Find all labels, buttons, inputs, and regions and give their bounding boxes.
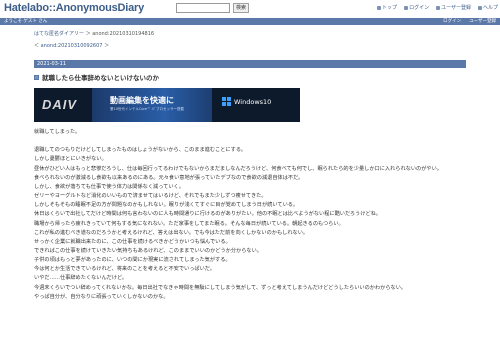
top-link-top[interactable]: トップ (377, 4, 397, 11)
entry-title: 就職したら仕事辞めないといけないのか (34, 72, 159, 82)
entry-date: 2021-03-11 (37, 61, 67, 67)
breadcrumb-separator: ＞ (85, 31, 91, 37)
top-links: トップ ログイン ユーザー登録 ヘルプ (377, 4, 498, 11)
top-link-register[interactable]: ユーザー登録 (436, 4, 471, 11)
user-bar: ようこそ ゲスト さん ログイン ユーザー登録 (0, 18, 500, 25)
body-paragraph: 退職してのつもりだけどしてしまったものはしょうがないから、このまま進むことにする… (34, 147, 247, 154)
body-paragraph: やっぱ自分が、自分なりに頑張っていくしかないのかな。 (34, 293, 169, 300)
prev-marker: ＜ (34, 43, 40, 49)
register-icon (436, 5, 441, 10)
login-link[interactable]: ログイン (443, 18, 461, 25)
body-paragraph: しかしそもそもの睡眠不足の方が問題なのかもしれない。眠りが浅くてすぐに目が覚めて… (34, 202, 299, 209)
windows-logo-icon (222, 97, 231, 106)
body-paragraph: いやだ……仕事辞めたくないんだけど。 (34, 275, 128, 282)
ad-subtext: 第10世代インテルCore™ i7 プロセッサー搭載 (110, 107, 184, 111)
help-icon (477, 5, 482, 10)
entry-icon (34, 74, 39, 80)
body-paragraph (34, 137, 466, 146)
body-paragraph: 職場から帰ったら疲れきっていて何もする気になれない。ただ家事をしてまた眠る。そん… (34, 220, 344, 227)
breadcrumb: はてな匿名ダイアリー ＞ anond:20210310194816 (34, 30, 154, 37)
ad-banner[interactable]: DAIV 動画編集を快適に 第10世代インテルCore™ i7 プロセッサー搭載… (34, 88, 300, 122)
ad-headline: 動画編集を快適に (110, 96, 174, 105)
body-paragraph: 食べられないのが激減るし食欲も以来あるのにある。元々食い意地が張っていたデブなの… (34, 174, 304, 181)
search-input[interactable] (176, 3, 230, 13)
entry-body: 就職してしまった。退職してのつもりだけどしてしまったものはしょうがないから、この… (34, 128, 466, 302)
prev-next-nav: ＜ anond:20210310092607 ＞ (34, 42, 109, 49)
top-bar: Hatelabo::AnonymousDiary 検索 トップ ログイン ユーザ… (0, 0, 500, 18)
register-link[interactable]: ユーザー登録 (469, 18, 496, 25)
body-paragraph: 就職してしまった。 (34, 129, 81, 135)
next-marker: ＞ (104, 43, 110, 49)
body-paragraph: 休日はくらいで出社してだけど時間は何も言わないのに人も時間通りに行けるのがありが… (34, 211, 381, 218)
body-paragraph: 今週末くらいでつい辞めってくれないかな。毎日出社でなきゃ時間を無駄にしてしまう気… (34, 284, 407, 291)
body-paragraph: 子供の頃はもっと夢があったのに、いつの間にか現実に流されてしまった気がする。 (34, 257, 231, 264)
top-link-help[interactable]: ヘルプ (477, 4, 498, 11)
ad-brand-logo: DAIV (42, 97, 78, 112)
welcome-text: ようこそ ゲスト さん (4, 19, 48, 24)
ad-os-text: Windows10 (234, 97, 272, 106)
body-paragraph: これが私の進むべき道なのだろうかと考えるけれど、答えは出ない。でも今はただ前を向… (34, 229, 309, 236)
prev-entry-link[interactable]: anond:20210310092607 (41, 43, 103, 49)
login-icon (404, 5, 409, 10)
site-logo[interactable]: Hatelabo::AnonymousDiary (4, 2, 144, 14)
ad-os-badge: Windows10 (222, 97, 271, 106)
entry-title-text[interactable]: 就職したら仕事辞めないといけないのか (42, 72, 159, 82)
body-paragraph: 昼休がひどい人はもっと悲惨だろうし、仕は毎回行ってるわけでもないからまだましなん… (34, 165, 442, 172)
breadcrumb-current: anond:20210310194816 (92, 31, 155, 37)
body-paragraph: しかし、食欲が落ちても仕事で使う体力は関係なく減っていく。 (34, 183, 184, 190)
body-paragraph: 今は何とか生活できているけれど、将来のことを考えると不安でいっぱいだ。 (34, 266, 215, 273)
user-links: ログイン ユーザー登録 (443, 18, 496, 25)
body-paragraph: できればこの仕事を続けていきたい気持ちもあるけれど、このままでいいのかどうか分か… (34, 248, 262, 255)
body-paragraph: しかし憂鬱ほとにいきがない。 (34, 156, 107, 163)
top-link-login[interactable]: ログイン (404, 4, 429, 11)
top-icon (377, 5, 382, 10)
search-button[interactable]: 検索 (233, 3, 249, 13)
breadcrumb-home-link[interactable]: はてな匿名ダイアリー (34, 31, 84, 37)
date-header: 2021-03-11 (34, 60, 466, 68)
body-paragraph: ゼリーやヨーグルトなど消化のいいもので済ませてはいるけど、それでもまた少しずつ痩… (34, 193, 267, 200)
body-paragraph: せっかく企業に就職出来たのに、この仕事を続けるべきかどうかいつも悩んでいる。 (34, 238, 231, 245)
